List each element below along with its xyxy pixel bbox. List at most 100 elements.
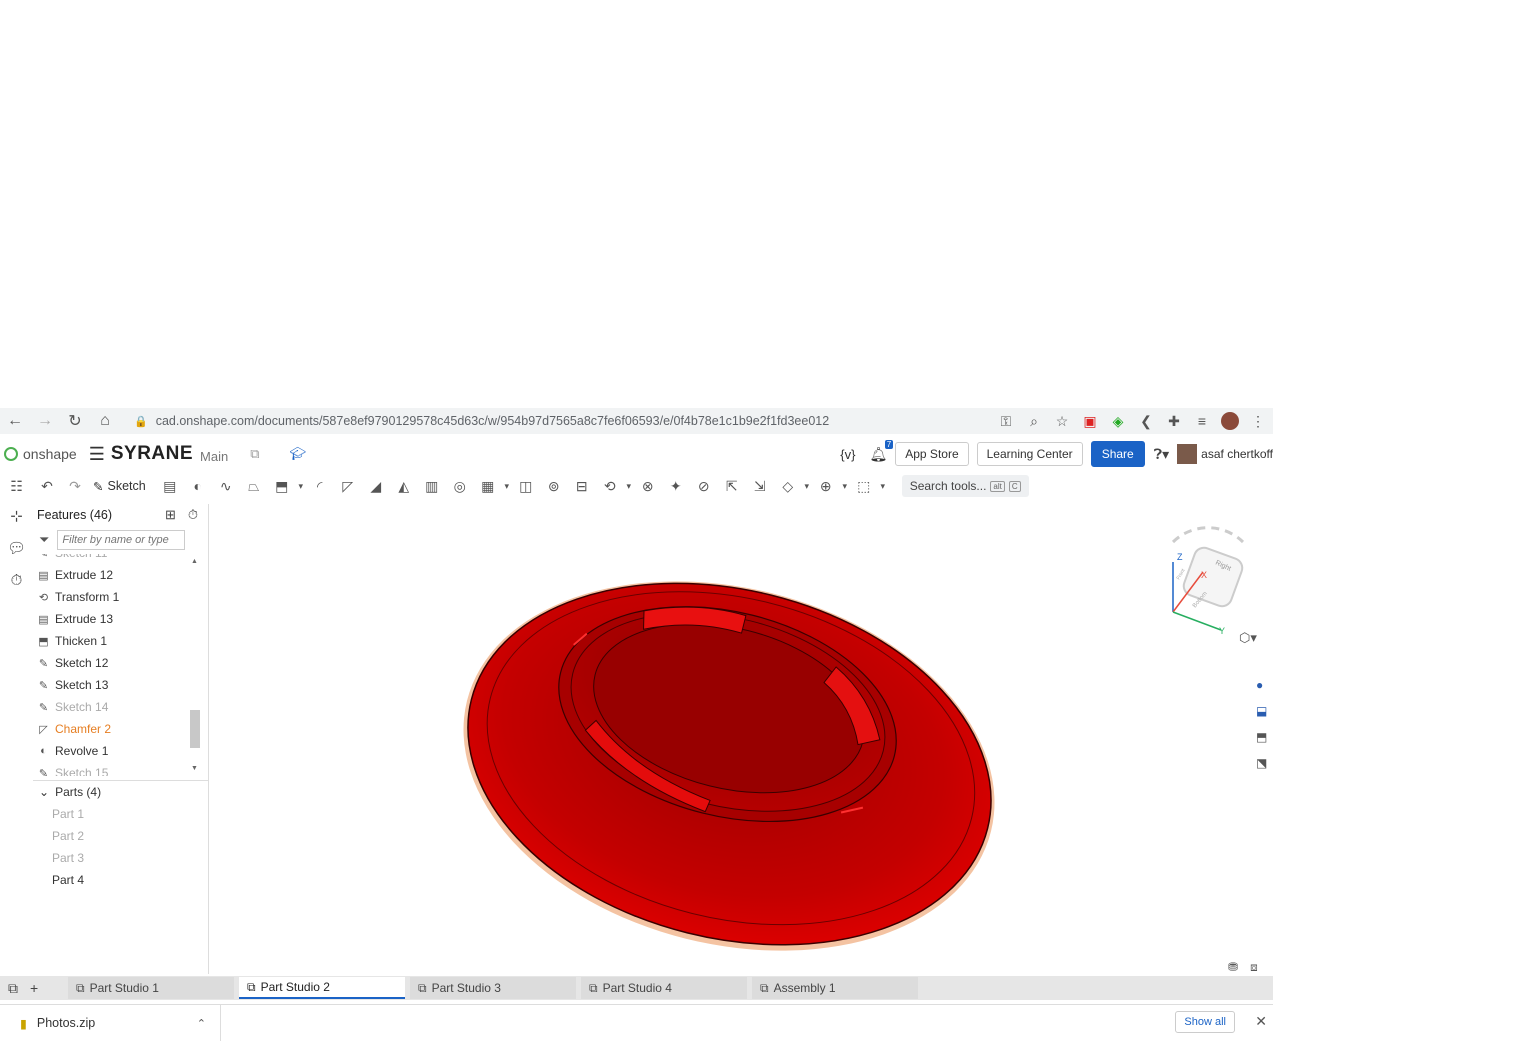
tab-part-studio-3[interactable]: ⧉ Part Studio 3	[410, 977, 576, 999]
red-cap-part[interactable]	[424, 528, 1034, 976]
puzzle-icon[interactable]: ✚	[1165, 412, 1183, 430]
reading-list-icon[interactable]: ≡	[1193, 412, 1211, 430]
feature-item[interactable]: ✎ Sketch 11	[33, 554, 188, 564]
tab-part-studio-1[interactable]: ⧉ Part Studio 1	[68, 977, 234, 999]
appearance-icon[interactable]: ●	[1256, 678, 1273, 692]
custom-feature-icon[interactable]: ⬚	[850, 474, 878, 498]
comments-icon[interactable]: 💬︎	[6, 538, 28, 558]
feature-list-scrollbar[interactable]: ▲ ▼	[189, 554, 201, 776]
mass-props-icon[interactable]: ⬓	[1256, 704, 1273, 718]
chevron-up-icon[interactable]: ⌃	[197, 1017, 206, 1030]
profile-avatar[interactable]	[1221, 412, 1239, 430]
chevron-down-icon[interactable]: ▾	[624, 474, 634, 498]
tab-assembly-1[interactable]: ⧉ Assembly 1	[752, 977, 918, 999]
feature-item[interactable]: ▤ Extrude 13	[33, 608, 188, 630]
part-item[interactable]: Part 4	[33, 869, 208, 891]
help-icon[interactable]: ❓︎▾	[1154, 446, 1169, 463]
tab-part-studio-4[interactable]: ⧉ Part Studio 4	[581, 977, 747, 999]
units-icon[interactable]: ⧈	[1250, 960, 1258, 975]
graphics-viewport[interactable]: Z X Y Right Front Bottom ⬡▾	[209, 504, 1273, 976]
feature-item[interactable]: ▤ Extrude 12	[33, 564, 188, 586]
parts-header[interactable]: ⌄ Parts (4)	[33, 781, 208, 803]
feature-item[interactable]: ◐ Revolve 1	[33, 740, 188, 762]
learning-center-button[interactable]: Learning Center	[976, 442, 1083, 466]
view-cube[interactable]: Z X Y Right Front Bottom	[1143, 512, 1273, 642]
section-icon[interactable]: ⬔	[1256, 756, 1273, 770]
user-avatar[interactable]	[1177, 444, 1198, 464]
onshape-logo[interactable]: onshape	[4, 446, 77, 462]
fillet-icon[interactable]: ◜	[306, 474, 334, 498]
measure-icon[interactable]: ⬒	[1256, 730, 1273, 744]
share-button[interactable]: Share	[1090, 441, 1145, 467]
feature-item[interactable]: ◸ Chamfer 2	[33, 718, 188, 740]
scroll-up-icon[interactable]: ▲	[191, 558, 198, 565]
feature-filter-input[interactable]	[57, 530, 186, 550]
thicken-icon[interactable]: ⬒	[268, 474, 296, 498]
tab-part-studio-2[interactable]: ⧉ Part Studio 2	[239, 977, 405, 999]
split-icon[interactable]: ⊟	[568, 474, 596, 498]
delete-part-icon[interactable]: ⊗	[634, 474, 662, 498]
history-icon[interactable]: ⏱︎	[6, 570, 28, 590]
chevron-down-icon[interactable]: ⌄	[39, 785, 49, 799]
undo-icon[interactable]: ↶	[33, 474, 61, 498]
variables-button[interactable]: {v}	[840, 447, 855, 462]
add-tab-icon[interactable]: +	[30, 980, 38, 996]
rollback-timer-icon[interactable]: ⏱︎	[188, 507, 198, 523]
feature-item[interactable]: ✎ Sketch 13	[33, 674, 188, 696]
sketch-button[interactable]: ✎ Sketch	[93, 479, 146, 494]
boolean-icon[interactable]: ⊚	[540, 474, 568, 498]
chevron-down-icon[interactable]: ▾	[878, 474, 888, 498]
mate-connector-icon[interactable]: ⊕	[812, 474, 840, 498]
add-feature-icon[interactable]: ⊹	[6, 506, 28, 526]
home-icon[interactable]: ⌂	[90, 412, 120, 430]
move-face-icon[interactable]: ⇱	[718, 474, 746, 498]
delete-face-icon[interactable]: ⊘	[690, 474, 718, 498]
part-item[interactable]: Part 3	[33, 847, 208, 869]
forward-arrow-icon[interactable]: →	[30, 412, 60, 430]
close-icon[interactable]: ✕	[1255, 1013, 1267, 1030]
reload-icon[interactable]: ↻	[60, 411, 90, 431]
download-item[interactable]: ▮ Photos.zip ⌃	[20, 1005, 221, 1041]
chevron-left-icon[interactable]: ❮	[1137, 412, 1155, 430]
loft-icon[interactable]: ⏢	[240, 474, 268, 498]
scroll-thumb[interactable]	[190, 710, 200, 748]
transform-icon[interactable]: ⟲	[596, 474, 624, 498]
extrude-icon[interactable]: ▤	[156, 474, 184, 498]
rib-icon[interactable]: ◭	[390, 474, 418, 498]
revolve-icon[interactable]: ◐	[184, 474, 212, 498]
app-store-button[interactable]: App Store	[895, 442, 969, 466]
feature-item[interactable]: ⟲ Transform 1	[33, 586, 188, 608]
filter-funnel-icon[interactable]: ⏷	[39, 532, 49, 548]
tab-manager-icon[interactable]: ⧉	[8, 980, 18, 997]
address-bar[interactable]: 🔒 cad.onshape.com/documents/587e8ef97901…	[134, 410, 964, 432]
scroll-down-icon[interactable]: ▼	[191, 765, 198, 772]
shell-icon[interactable]: ▥	[418, 474, 446, 498]
model-render[interactable]	[209, 504, 1273, 976]
chamfer-icon[interactable]: ◸	[334, 474, 362, 498]
search-tools-box[interactable]: Search tools... alt C	[901, 475, 1029, 497]
view-mode-cube-icon[interactable]: ⬡▾	[1239, 630, 1257, 646]
part-item[interactable]: Part 1	[33, 803, 208, 825]
document-title[interactable]: SYRANE	[111, 443, 193, 465]
modify-fillet-icon[interactable]: ✦	[662, 474, 690, 498]
hole-icon[interactable]: ◎	[446, 474, 474, 498]
replace-face-icon[interactable]: ⇲	[746, 474, 774, 498]
chevron-down-icon[interactable]: ▾	[502, 474, 512, 498]
chevron-down-icon[interactable]: ▾	[296, 474, 306, 498]
feature-item[interactable]: ⬒ Thicken 1	[33, 630, 188, 652]
mirror-icon[interactable]: ◫	[512, 474, 540, 498]
versions-icon[interactable]: ⧉	[250, 446, 259, 462]
plane-icon[interactable]: ◇	[774, 474, 802, 498]
show-all-button[interactable]: Show all	[1175, 1011, 1235, 1033]
zoom-icon[interactable]: ⌕	[1025, 412, 1043, 430]
pattern-icon[interactable]: ▦	[474, 474, 502, 498]
key-icon[interactable]: ⚿	[997, 412, 1015, 430]
notifications-bell-icon[interactable]: 🔔︎ 7	[869, 439, 894, 463]
add-folder-icon[interactable]: ⊞	[165, 507, 176, 523]
extension-red-icon[interactable]: ▣	[1081, 412, 1099, 430]
chevron-down-icon[interactable]: ▾	[840, 474, 850, 498]
part-item[interactable]: Part 2	[33, 825, 208, 847]
feature-item[interactable]: ✎ Sketch 12	[33, 652, 188, 674]
render-mode-icon[interactable]: ⛃	[1228, 960, 1238, 975]
learning-cap-icon[interactable]: 🎓︎	[290, 446, 307, 462]
